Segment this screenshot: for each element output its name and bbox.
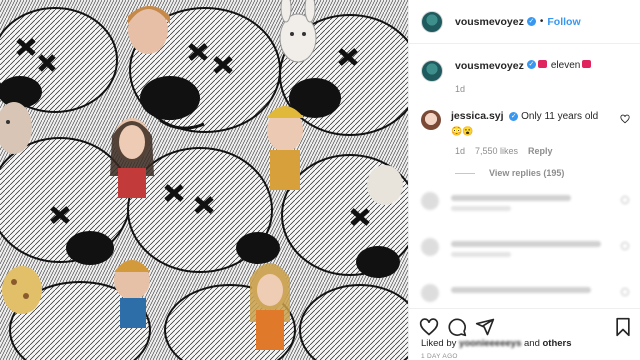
reply-button[interactable]: Reply	[528, 146, 553, 156]
post-timestamp[interactable]: 1 DAY AGO	[421, 353, 458, 360]
liked-by-and: and	[521, 338, 543, 349]
comment-text: Only 11 years old	[521, 111, 599, 122]
blurred-comment	[421, 284, 633, 308]
bookmark-icon[interactable]	[613, 317, 633, 337]
caption-text: eleven	[550, 60, 581, 71]
blurred-comment	[421, 238, 633, 262]
giraffe-mask	[2, 266, 42, 314]
comment-timestamp[interactable]: 1d	[455, 146, 465, 156]
heart-icon[interactable]	[419, 317, 439, 337]
verified-icon: ✓	[509, 111, 519, 121]
face-photo	[250, 263, 290, 350]
comment-item: jessica.syj ✓ Only 11 years old 😳😮	[421, 110, 633, 138]
caption-username[interactable]: vousmevoyez	[455, 60, 524, 82]
goat-mask	[367, 165, 403, 205]
liked-by-prefix: Liked by	[421, 338, 460, 349]
caption-avatar[interactable]	[421, 60, 443, 82]
header-separator: •	[539, 16, 544, 27]
author-username[interactable]: vousmevoyez	[455, 16, 524, 28]
view-replies-label: View replies (195)	[489, 168, 565, 178]
heart-emoji-icon	[537, 60, 547, 68]
comment-like-icon[interactable]	[620, 114, 630, 124]
comment-likes[interactable]: 7,550 likes	[475, 146, 518, 156]
collage-artwork	[0, 0, 408, 360]
caption-timestamp[interactable]: 1d	[455, 84, 465, 94]
post-image[interactable]	[0, 0, 408, 360]
verified-icon: ✓	[526, 60, 536, 69]
post-header: vousmevoyez ✓ • Follow	[409, 0, 640, 44]
bear-head	[0, 7, 118, 113]
liked-by-user[interactable]: yoonieeeeeys	[459, 338, 521, 349]
post-sidebar: vousmevoyez ✓ • Follow vousmevoyez ✓ ele…	[408, 0, 640, 360]
heart-emoji-icon	[582, 60, 592, 68]
comment-meta: 1d 7,550 likes Reply	[455, 146, 553, 156]
comment-emoji: 😳😮	[451, 126, 474, 136]
commenter-username[interactable]: jessica.syj	[451, 110, 504, 122]
post-caption: vousmevoyez ✓ eleven	[421, 60, 631, 82]
liked-by-others[interactable]: others	[543, 338, 572, 349]
commenter-avatar[interactable]	[421, 110, 441, 130]
comment-icon[interactable]	[447, 317, 467, 337]
liked-by: Liked by yoonieeeeeys and others	[421, 338, 572, 349]
replies-line	[455, 172, 475, 174]
verified-icon: ✓	[526, 17, 536, 26]
author-avatar[interactable]	[421, 10, 443, 33]
bear-head	[9, 281, 408, 360]
follow-button[interactable]: Follow	[547, 16, 580, 28]
blurred-comment	[421, 192, 633, 216]
bear-head	[0, 137, 131, 265]
share-icon[interactable]	[475, 317, 495, 337]
view-replies-button[interactable]: View replies (195)	[455, 168, 564, 178]
